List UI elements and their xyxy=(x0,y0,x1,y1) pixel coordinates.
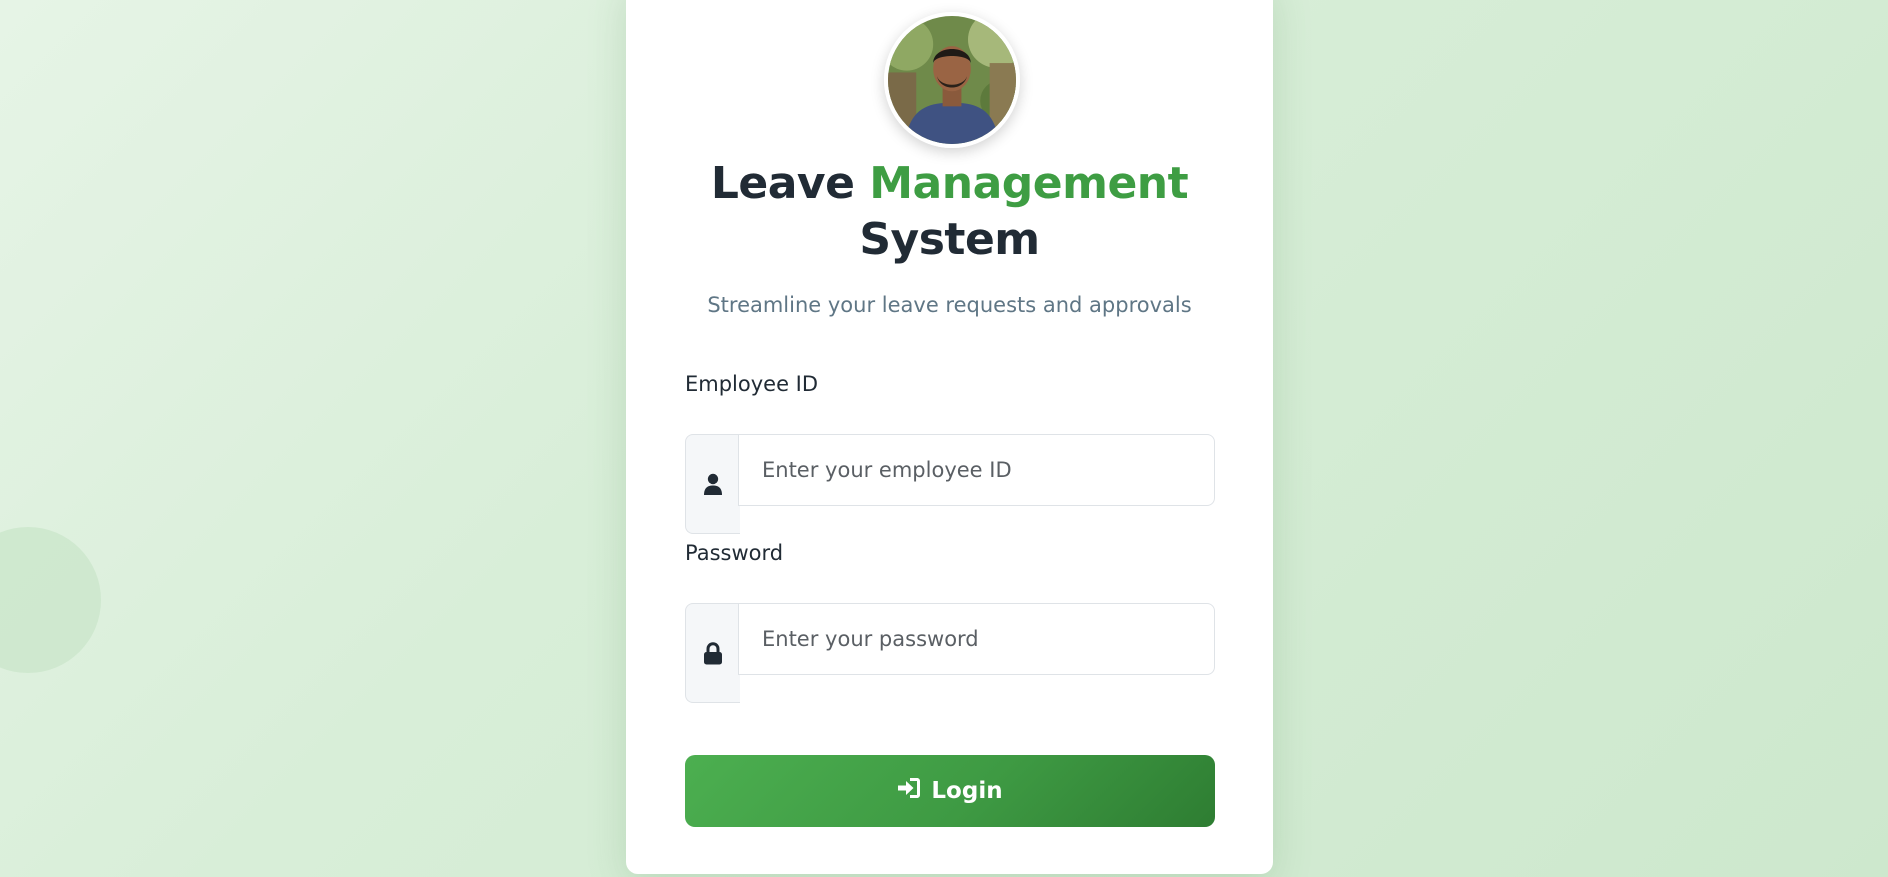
login-button[interactable]: Login xyxy=(685,755,1215,827)
password-label: Password xyxy=(685,541,784,565)
page-subtitle: Streamline your leave requests and appro… xyxy=(707,293,1192,317)
user-icon xyxy=(685,434,740,534)
employee-id-input[interactable] xyxy=(738,434,1215,506)
title-text-leave: Leave xyxy=(710,158,855,209)
page-title: Leave Management System xyxy=(626,156,1273,268)
employee-id-group xyxy=(685,434,1215,534)
title-text-management: Management xyxy=(869,158,1189,209)
background-decor-circle xyxy=(0,527,101,673)
sign-in-icon xyxy=(897,776,921,806)
lock-icon xyxy=(685,603,740,703)
password-group xyxy=(685,603,1215,703)
login-card: Leave Management System Streamline your … xyxy=(626,0,1273,874)
profile-avatar xyxy=(884,12,1020,148)
login-button-label: Login xyxy=(931,778,1003,804)
title-text-system: System xyxy=(859,214,1040,265)
employee-id-label: Employee ID xyxy=(685,372,819,396)
password-input[interactable] xyxy=(738,603,1215,675)
